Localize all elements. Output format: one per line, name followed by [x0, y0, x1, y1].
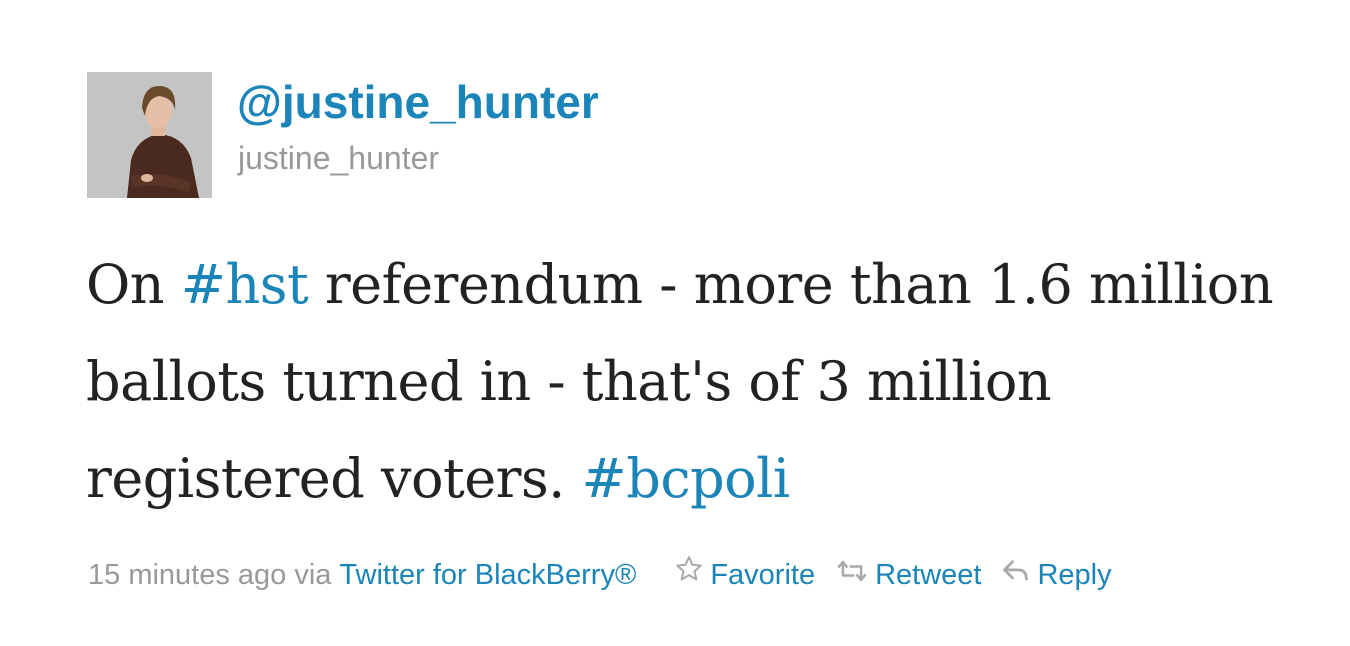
retweet-icon [835, 555, 869, 595]
avatar-photo [87, 72, 212, 198]
via-label: via [294, 558, 332, 591]
reply-button[interactable]: Reply [1001, 555, 1112, 595]
reply-label: Reply [1037, 558, 1112, 591]
source-link[interactable]: Twitter for BlackBerry® [339, 555, 636, 595]
favorite-label: Favorite [710, 558, 816, 591]
tweet-text-segment: On [86, 253, 181, 316]
author-screen-name: justine_hunter [238, 140, 440, 176]
tweet-meta: 15 minutes ago via Twitter for BlackBerr… [88, 554, 1112, 595]
reply-icon [1001, 555, 1031, 595]
author-handle[interactable]: @justine_hunter [237, 74, 599, 130]
hashtag-link-hst[interactable]: #hst [181, 253, 309, 316]
timestamp[interactable]: 15 minutes ago [88, 555, 286, 595]
hashtag-link-bcpoli[interactable]: #bcpoli [582, 447, 791, 510]
tweet-card: @justine_hunter justine_hunter On #hst r… [0, 0, 1350, 646]
avatar[interactable] [87, 72, 212, 198]
tweet-text: On #hst referendum - more than 1.6 milli… [86, 236, 1316, 527]
retweet-button[interactable]: Retweet [835, 555, 981, 595]
favorite-button[interactable]: Favorite [674, 554, 815, 595]
retweet-label: Retweet [875, 558, 982, 591]
star-icon [674, 554, 704, 595]
